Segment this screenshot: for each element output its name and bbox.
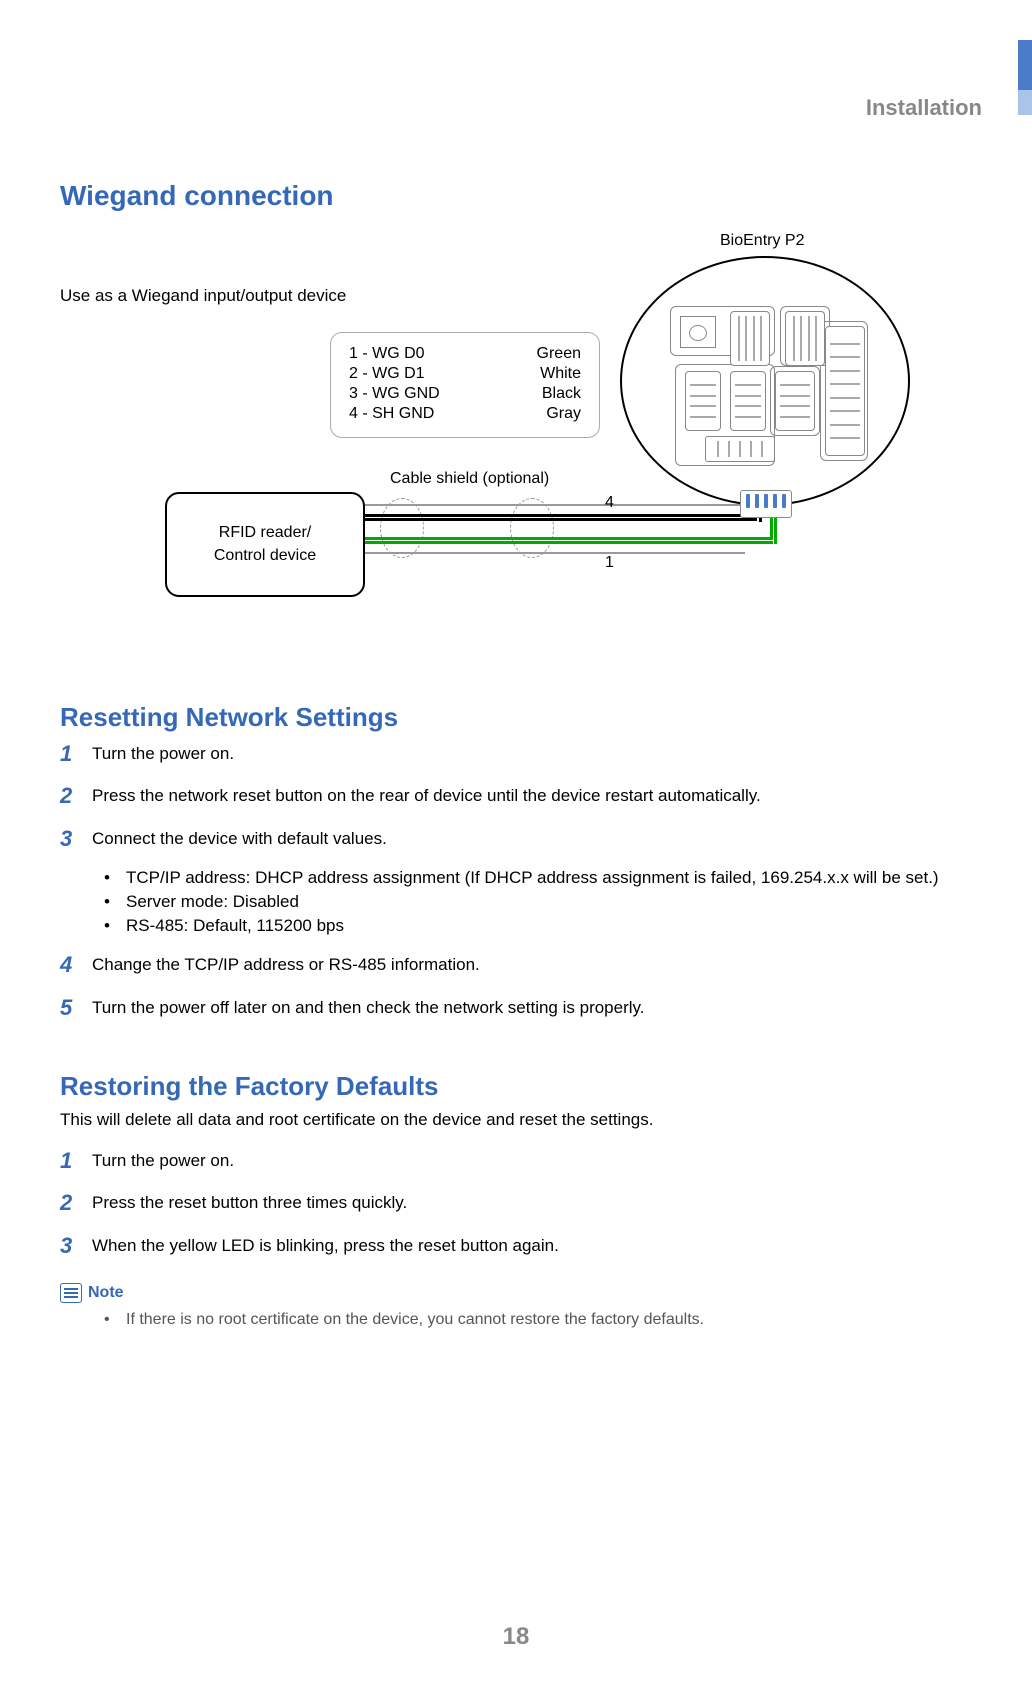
default-values-list: TCP/IP address: DHCP address assignment … — [104, 868, 972, 936]
wiegand-diagram: Use as a Wiegand input/output device Bio… — [60, 232, 972, 652]
factory-defaults-intro: This will delete all data and root certi… — [60, 1110, 972, 1130]
pin-table: 1 - WG D0Green 2 - WG D1White 3 - WG GND… — [330, 332, 600, 438]
section-wiegand-title: Wiegand connection — [60, 180, 972, 212]
reset-step-5: 5 Turn the power off later on and then c… — [60, 995, 972, 1021]
reset-step-3: 3 Connect the device with default values… — [60, 826, 972, 852]
rfid-reader-box: RFID reader/Control device — [165, 492, 365, 597]
bioentry-p2-device-drawing — [620, 256, 910, 522]
factory-step-3: 3 When the yellow LED is blinking, press… — [60, 1233, 972, 1259]
wire-num-1: 1 — [605, 554, 614, 572]
section-factory-defaults-title: Restoring the Factory Defaults — [60, 1071, 972, 1102]
reset-step-4: 4 Change the TCP/IP address or RS-485 in… — [60, 952, 972, 978]
note-label: Note — [88, 1284, 124, 1302]
rfid-label: RFID reader/Control device — [214, 522, 316, 567]
factory-step-2: 2 Press the reset button three times qui… — [60, 1190, 972, 1216]
page-number: 18 — [0, 1623, 1032, 1651]
use-as-label: Use as a Wiegand input/output device — [60, 286, 346, 306]
factory-step-1: 1 Turn the power on. — [60, 1148, 972, 1174]
wire-num-4: 4 — [605, 494, 614, 512]
reset-step-1: 1 Turn the power on. — [60, 741, 972, 767]
reset-step-2: 2 Press the network reset button on the … — [60, 783, 972, 809]
connector-port — [740, 490, 792, 518]
section-reset-network-title: Resetting Network Settings — [60, 702, 972, 733]
note-section: Note If there is no root certificate on … — [60, 1283, 972, 1329]
note-icon — [60, 1283, 82, 1303]
note-item: If there is no root certificate on the d… — [104, 1311, 972, 1329]
chapter-title: Installation — [866, 95, 982, 121]
device-label: BioEntry P2 — [720, 232, 804, 250]
cable-shield-label: Cable shield (optional) — [390, 470, 549, 488]
